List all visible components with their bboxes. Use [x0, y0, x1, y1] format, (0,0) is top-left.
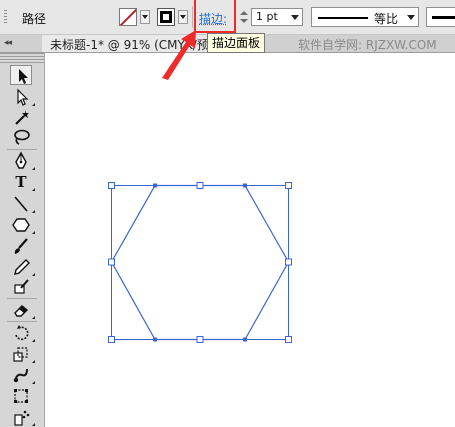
eraser-tool[interactable] — [10, 300, 35, 320]
direct-selection-tool[interactable] — [10, 87, 35, 107]
stroke-dropdown-button[interactable] — [178, 10, 188, 24]
blob-brush-icon — [14, 279, 29, 294]
warp-icon — [13, 368, 28, 383]
tools-panel: T — [0, 53, 45, 427]
chevron-down-icon[interactable] — [407, 15, 415, 20]
magic-wand-icon — [15, 110, 29, 125]
free-transform-icon — [14, 389, 28, 403]
free-transform-tool[interactable] — [10, 386, 32, 406]
direct-selection-arrow-icon — [17, 88, 29, 106]
tool-group-indicator — [32, 360, 35, 363]
symbol-sprayer-icon — [14, 410, 30, 426]
tool-group-indicator — [32, 167, 35, 170]
tool-group-indicator — [32, 423, 35, 426]
resize-handle-left[interactable] — [108, 258, 115, 266]
divider — [7, 298, 37, 299]
artboard-canvas[interactable] — [45, 53, 455, 427]
paintbrush-tool[interactable] — [10, 236, 32, 256]
pencil-icon — [14, 259, 30, 275]
resize-handle-right[interactable] — [285, 258, 292, 266]
resize-handle-bottom-left[interactable] — [108, 336, 115, 343]
symbol-sprayer-tool[interactable] — [10, 407, 35, 427]
paintbrush-icon — [14, 238, 28, 254]
lasso-icon — [14, 129, 30, 145]
brush-line-preview — [432, 16, 455, 19]
line-segment-icon — [14, 196, 28, 212]
blob-brush-tool[interactable] — [10, 277, 32, 297]
variable-width-profile-dropdown[interactable]: 等比 — [311, 7, 419, 27]
polygon-tool[interactable] — [10, 215, 35, 235]
divider — [192, 6, 193, 28]
control-bar-grip[interactable] — [4, 10, 7, 24]
lasso-tool[interactable] — [10, 127, 32, 147]
polygon-icon — [12, 218, 30, 232]
watermark-text: 软件自学网: RJZXW.COM — [298, 38, 437, 52]
selection-type-label: 路径 — [22, 12, 47, 26]
resize-handle-top[interactable] — [196, 182, 204, 189]
line-segment-tool[interactable] — [10, 194, 35, 214]
tool-group-indicator — [32, 103, 35, 106]
tool-group-indicator — [32, 381, 35, 384]
fill-dropdown-button[interactable] — [140, 10, 150, 24]
resize-handle-bottom[interactable] — [196, 336, 204, 343]
scale-icon — [13, 347, 28, 362]
resize-handle-top-left[interactable] — [108, 182, 115, 189]
magic-wand-tool[interactable] — [10, 107, 32, 127]
fill-color-swatch[interactable] — [119, 8, 137, 26]
stepper-up-icon[interactable] — [240, 11, 248, 15]
divider — [7, 321, 37, 322]
rotate-tool[interactable] — [10, 323, 35, 343]
resize-handle-top-right[interactable] — [285, 182, 292, 189]
brush-definition-dropdown[interactable] — [426, 7, 455, 27]
type-tool[interactable]: T — [10, 172, 35, 192]
stroke-weight-stepper[interactable] — [240, 9, 249, 25]
pencil-tool[interactable] — [10, 257, 35, 277]
pen-nib-icon — [15, 151, 27, 169]
none-fill-icon — [120, 9, 136, 25]
stroke-weight-field[interactable]: 1 pt — [251, 8, 303, 26]
rotate-icon — [15, 325, 29, 341]
eraser-icon — [14, 305, 29, 317]
tools-panel-grip[interactable] — [0, 53, 44, 63]
collapse-panels-icon[interactable]: ◂◂ — [4, 38, 12, 48]
stroke-swatch-icon — [160, 11, 172, 23]
selection-tool[interactable] — [10, 65, 32, 85]
chevron-down-icon[interactable] — [291, 15, 299, 20]
resize-handle-bottom-right[interactable] — [285, 336, 292, 343]
annotation-arrow-icon — [162, 30, 196, 80]
tool-group-indicator — [32, 188, 35, 191]
divider — [7, 149, 37, 150]
pen-tool[interactable] — [10, 151, 35, 171]
selection-arrow-icon — [19, 69, 28, 84]
tool-group-indicator — [32, 210, 35, 213]
tool-group-indicator — [32, 231, 35, 234]
warp-tool[interactable] — [10, 365, 35, 385]
stroke-color-swatch[interactable] — [157, 8, 175, 26]
stroke-weight-value: 1 pt — [256, 10, 278, 23]
tooltip: 描边面板 — [207, 33, 266, 53]
scale-tool[interactable] — [10, 344, 35, 364]
tool-group-indicator — [32, 273, 35, 276]
type-tool-icon: T — [15, 173, 27, 191]
profile-line-preview — [318, 17, 368, 19]
tool-group-indicator — [32, 316, 35, 319]
tool-group-indicator — [32, 339, 35, 342]
stepper-down-icon[interactable] — [240, 19, 248, 23]
profile-label: 等比 — [374, 12, 399, 26]
